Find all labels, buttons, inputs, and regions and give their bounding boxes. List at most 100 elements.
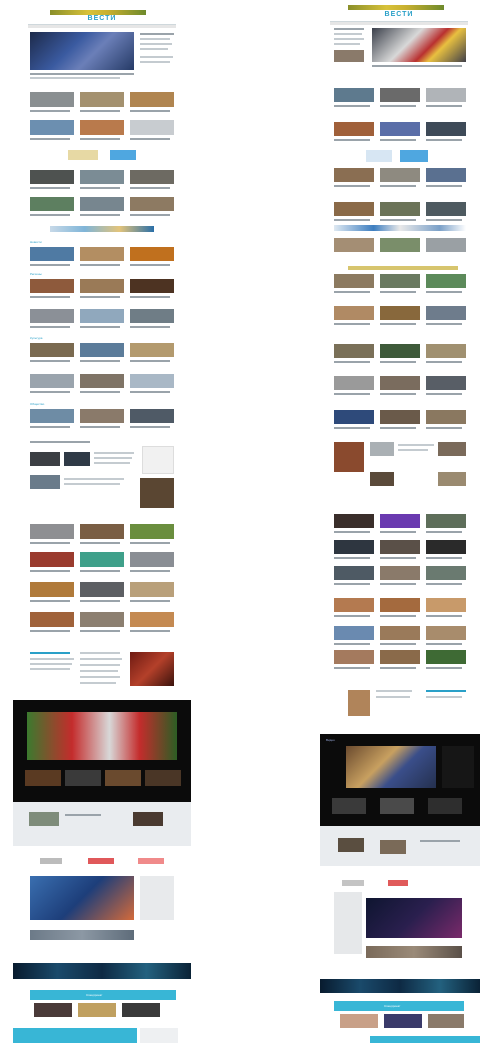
news-thumb[interactable] [30, 524, 74, 539]
news-caption[interactable] [130, 570, 170, 572]
news-thumb[interactable] [80, 374, 124, 388]
hero-headline[interactable] [372, 65, 462, 67]
news-thumb[interactable] [130, 524, 174, 539]
news-caption[interactable] [380, 557, 416, 559]
special-thumb[interactable] [340, 1014, 378, 1028]
news-caption[interactable] [30, 187, 70, 189]
news-thumb[interactable] [334, 650, 374, 664]
news-caption[interactable] [80, 426, 120, 428]
news-thumb[interactable] [30, 247, 74, 261]
related-text[interactable] [65, 814, 101, 816]
news-thumb[interactable] [380, 344, 420, 358]
news-thumb[interactable] [380, 274, 420, 288]
news-caption[interactable] [80, 360, 120, 362]
news-thumb[interactable] [380, 238, 420, 252]
special-thumb[interactable] [34, 1003, 72, 1017]
news-thumb[interactable] [80, 409, 124, 423]
news-caption[interactable] [334, 105, 370, 107]
site-logo[interactable]: ВЕСТИ [330, 11, 468, 18]
news-thumb[interactable] [80, 552, 124, 567]
promo-thumb[interactable] [140, 478, 174, 508]
related-thumb[interactable] [338, 838, 364, 852]
news-caption[interactable] [426, 105, 462, 107]
news-thumb[interactable] [380, 540, 420, 554]
news-thumb[interactable] [426, 202, 466, 216]
news-thumb[interactable] [30, 197, 74, 211]
video-thumb[interactable] [65, 770, 101, 786]
video-thumb[interactable] [380, 798, 414, 814]
news-caption[interactable] [380, 427, 416, 429]
news-thumb[interactable] [130, 582, 174, 597]
news-caption[interactable] [426, 219, 462, 221]
news-thumb[interactable] [30, 343, 74, 357]
news-caption[interactable] [426, 583, 462, 585]
news-thumb[interactable] [426, 306, 466, 320]
news-thumb[interactable] [30, 582, 74, 597]
related-text[interactable] [420, 840, 460, 842]
news-thumb[interactable] [80, 197, 124, 211]
news-thumb[interactable] [334, 168, 374, 182]
news-caption[interactable] [130, 138, 170, 140]
author-link[interactable] [426, 690, 466, 692]
side-thumb[interactable] [334, 50, 364, 62]
news-thumb[interactable] [426, 598, 466, 612]
news-thumb[interactable] [30, 612, 74, 627]
feature-title[interactable] [30, 441, 90, 443]
news-caption[interactable] [334, 667, 370, 669]
news-caption[interactable] [426, 139, 462, 141]
news-caption[interactable] [426, 291, 462, 293]
top-ad-banner[interactable] [348, 5, 444, 10]
special-thumb[interactable] [122, 1003, 160, 1017]
side-headline[interactable] [334, 28, 364, 30]
news-caption[interactable] [334, 643, 370, 645]
news-caption[interactable] [30, 110, 70, 112]
news-caption[interactable] [30, 296, 70, 298]
news-thumb[interactable] [334, 598, 374, 612]
neon-banner[interactable] [13, 963, 191, 979]
neon-banner[interactable] [320, 979, 480, 993]
feature-thumb[interactable] [370, 472, 394, 486]
news-caption[interactable] [426, 615, 462, 617]
news-thumb[interactable] [130, 374, 174, 388]
news-caption[interactable] [30, 360, 70, 362]
news-caption[interactable] [130, 326, 170, 328]
news-caption[interactable] [380, 393, 416, 395]
news-thumb[interactable] [30, 170, 74, 184]
news-caption[interactable] [426, 557, 462, 559]
news-thumb[interactable] [380, 376, 420, 390]
partner-logo[interactable] [388, 880, 408, 886]
news-caption[interactable] [380, 105, 416, 107]
news-caption[interactable] [80, 600, 120, 602]
news-caption[interactable] [30, 138, 70, 140]
related-thumb[interactable] [380, 840, 406, 854]
ad-banner[interactable] [68, 150, 98, 160]
list-item[interactable] [30, 668, 70, 670]
news-thumb[interactable] [334, 306, 374, 320]
feature-thumb[interactable] [30, 452, 60, 466]
news-thumb[interactable] [380, 88, 420, 102]
news-caption[interactable] [426, 393, 462, 395]
news-caption[interactable] [334, 583, 370, 585]
news-caption[interactable] [380, 583, 416, 585]
news-caption[interactable] [30, 542, 70, 544]
news-caption[interactable] [80, 391, 120, 393]
video-side-list[interactable] [442, 746, 474, 788]
news-caption[interactable] [130, 630, 170, 632]
news-thumb[interactable] [334, 88, 374, 102]
news-thumb[interactable] [30, 92, 74, 107]
feature-thumb[interactable] [438, 442, 466, 456]
feature-thumb[interactable] [334, 442, 364, 472]
feature-thumb[interactable] [370, 442, 394, 456]
news-caption[interactable] [80, 542, 120, 544]
list-item[interactable] [80, 652, 120, 654]
feature-thumb[interactable] [438, 472, 466, 486]
list-item[interactable] [80, 670, 118, 672]
news-caption[interactable] [130, 187, 170, 189]
special-thumb[interactable] [384, 1014, 422, 1028]
news-caption[interactable] [426, 667, 462, 669]
news-thumb[interactable] [30, 279, 74, 293]
news-caption[interactable] [380, 667, 416, 669]
news-thumb[interactable] [130, 92, 174, 107]
news-thumb[interactable] [130, 409, 174, 423]
news-thumb[interactable] [334, 274, 374, 288]
